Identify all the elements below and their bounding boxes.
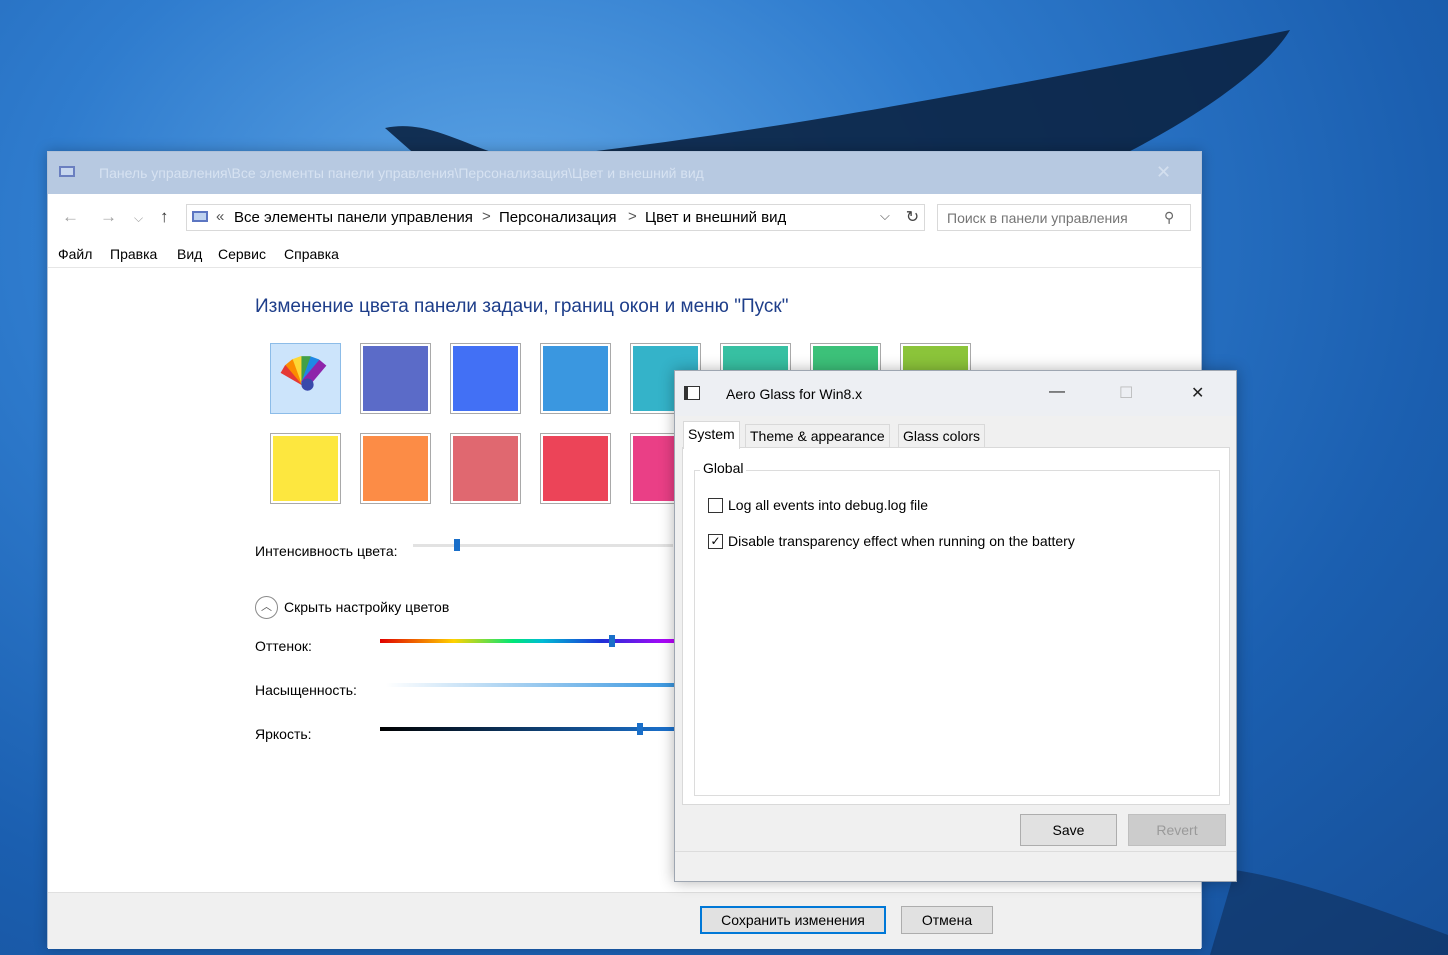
intensity-slider[interactable] [413,544,673,547]
close-icon[interactable]: ✕ [1191,383,1204,403]
tab-system[interactable]: System [683,421,740,449]
swatch-fill [543,346,608,411]
breadcrumb-separator[interactable]: > [482,208,491,225]
log-events-label[interactable]: Log all events into debug.log file [728,497,928,513]
saturation-label: Насыщенность: [255,682,357,698]
forward-arrow-icon[interactable]: → [100,207,117,227]
recent-locations-chevron-icon[interactable]: ⌵ [134,211,143,226]
swatch-fill [453,346,518,411]
back-arrow-icon[interactable]: ← [62,207,79,227]
address-dropdown-icon[interactable]: ⌵ [880,208,890,224]
color-palette-icon [280,356,327,391]
breadcrumb-color-appearance[interactable]: Цвет и внешний вид [645,209,786,226]
color-swatch[interactable] [360,343,431,414]
tab-panel-system: Global Log all events into debug.log fil… [682,447,1230,805]
color-swatch[interactable] [450,343,521,414]
maximize-icon[interactable]: ☐ [1119,383,1133,403]
intensity-label: Интенсивность цвета: [255,543,398,559]
collapse-chevron-icon[interactable]: ︿ [255,596,278,619]
hue-slider[interactable] [380,639,675,643]
color-swatch[interactable] [360,433,431,504]
group-label: Global [700,460,747,476]
cancel-button[interactable]: Отмена [901,906,993,934]
save-button[interactable]: Save [1020,814,1117,846]
brightness-slider[interactable] [380,727,675,731]
search-icon[interactable]: ⚲ [1164,209,1174,226]
control-panel-icon [59,166,75,177]
menu-bar: Файл Правка Вид Сервис Справка [48,240,1201,268]
swatch-fill [273,436,338,501]
hue-label: Оттенок: [255,638,312,654]
tab-theme-appearance[interactable]: Theme & appearance [745,424,890,448]
color-swatch[interactable] [270,433,341,504]
color-swatch[interactable] [450,433,521,504]
tab-glass-colors[interactable]: Glass colors [898,424,986,448]
menu-tools[interactable]: Сервис [218,246,266,262]
aero-glass-titlebar: Aero Glass for Win8.x — ☐ ✕ [675,371,1236,416]
control-panel-footer: Сохранить изменения Отмена [48,892,1201,949]
save-changes-button[interactable]: Сохранить изменения [700,906,886,934]
aero-glass-dialog: Aero Glass for Win8.x — ☐ ✕ System Theme… [674,370,1237,882]
close-icon[interactable]: ✕ [1156,162,1171,183]
disable-transparency-label[interactable]: Disable transparency effect when running… [728,533,1075,549]
intensity-slider-thumb[interactable] [454,539,461,551]
page-title: Изменение цвета панели задачи, границ ок… [255,296,789,317]
swatch-fill [543,436,608,501]
refresh-icon[interactable]: ↻ [901,204,925,231]
menu-edit[interactable]: Правка [110,246,157,262]
disable-transparency-checkbox[interactable]: ✓ [708,534,723,549]
breadcrumb-all-items[interactable]: Все элементы панели управления [234,209,473,226]
swatch-fill [363,346,428,411]
control-panel-titlebar: Панель управления\Все элементы панели уп… [48,152,1201,194]
breadcrumb-personalization[interactable]: Персонализация [499,209,617,226]
log-events-checkbox[interactable] [708,498,723,513]
hide-color-mixer-link[interactable]: Скрыть настройку цветов [284,599,449,615]
global-group: Global Log all events into debug.log fil… [694,460,1220,796]
breadcrumb-separator[interactable]: > [628,208,637,225]
app-window-icon [684,386,700,400]
color-swatch[interactable] [540,433,611,504]
revert-button[interactable]: Revert [1128,814,1226,846]
status-bar-divider [675,851,1236,852]
brightness-slider-thumb[interactable] [637,723,643,735]
breadcrumb-overflow[interactable]: « [216,208,224,225]
control-panel-icon [192,211,208,222]
up-arrow-icon[interactable]: ↑ [160,207,169,227]
menu-help[interactable]: Справка [284,246,339,262]
menu-view[interactable]: Вид [177,246,202,262]
swatch-fill [453,436,518,501]
saturation-slider[interactable] [386,683,675,687]
color-swatch[interactable] [540,343,611,414]
brightness-label: Яркость: [255,726,312,742]
search-box[interactable]: ⚲ [937,204,1191,231]
address-bar[interactable]: « Все элементы панели управления > Персо… [186,204,925,231]
navigation-bar: ← → ⌵ ↑ « Все элементы панели управления… [48,194,1201,240]
menu-file[interactable]: Файл [58,246,92,262]
dialog-title: Aero Glass for Win8.x [726,386,863,402]
swatch-fill [363,436,428,501]
hue-slider-thumb[interactable] [609,635,615,647]
window-title: Панель управления\Все элементы панели уп… [99,165,704,181]
search-input[interactable] [947,210,1157,226]
color-swatch-automatic[interactable] [270,343,341,414]
minimize-icon[interactable]: — [1049,383,1065,401]
